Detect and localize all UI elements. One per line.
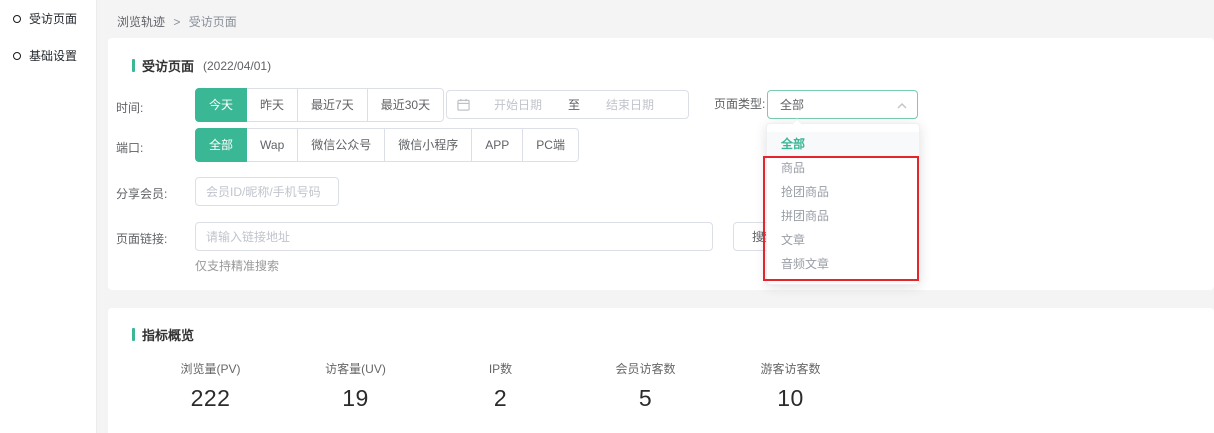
breadcrumb-root[interactable]: 浏览轨迹: [117, 15, 165, 29]
breadcrumb-current: 受访页面: [189, 15, 237, 29]
breadcrumb-separator: >: [173, 15, 180, 29]
metrics-card-title: 指标概览: [132, 325, 194, 344]
circle-icon: [13, 15, 21, 23]
sidebar-item-visited-pages[interactable]: 受访页面: [0, 0, 96, 37]
filter-card: 受访页面 (2022/04/01) 时间: 今天 昨天 最近7天 最近30天 开…: [108, 38, 1214, 290]
stats-row: 浏览量(PV) 222 访客量(UV) 19 IP数 2 会员访客数 5 游客访…: [138, 360, 863, 412]
stat-label: 游客访客数: [718, 360, 863, 377]
stat-uv: 访客量(UV) 19: [283, 360, 428, 412]
search-hint: 仅支持精准搜索: [195, 257, 279, 274]
end-date-placeholder[interactable]: 结束日期: [582, 96, 678, 113]
share-member-label: 分享会员:: [116, 185, 188, 202]
sidebar-item-label: 基础设置: [29, 47, 77, 64]
dropdown-item-product[interactable]: 商品: [767, 156, 919, 180]
date-range-picker[interactable]: 开始日期 至 结束日期: [446, 90, 689, 119]
filter-card-title-text: 受访页面: [142, 56, 194, 75]
stat-pv: 浏览量(PV) 222: [138, 360, 283, 412]
stat-value: 2: [428, 385, 573, 412]
stat-guest-visitors: 游客访客数 10: [718, 360, 863, 412]
time-option-today[interactable]: 今天: [195, 88, 247, 122]
dropdown-item-flash-group-product[interactable]: 抢团商品: [767, 180, 919, 204]
time-option-last7days[interactable]: 最近7天: [298, 88, 368, 122]
date-range-separator: 至: [566, 96, 582, 113]
sidebar-item-basic-settings[interactable]: 基础设置: [0, 37, 96, 74]
stat-value: 19: [283, 385, 428, 412]
dropdown-item-audio-article[interactable]: 音频文章: [767, 252, 919, 276]
port-option-wechat-miniprogram[interactable]: 微信小程序: [385, 128, 472, 162]
port-button-group: 全部 Wap 微信公众号 微信小程序 APP PC端: [195, 128, 579, 162]
stat-label: 访客量(UV): [283, 360, 428, 377]
dropdown-item-article[interactable]: 文章: [767, 228, 919, 252]
chevron-up-icon: [897, 98, 907, 112]
stat-member-visitors: 会员访客数 5: [573, 360, 718, 412]
port-option-wap[interactable]: Wap: [247, 128, 298, 162]
stat-label: 会员访客数: [573, 360, 718, 377]
stat-label: 浏览量(PV): [138, 360, 283, 377]
port-label: 端口:: [116, 139, 188, 156]
time-label: 时间:: [116, 99, 188, 116]
circle-icon: [13, 52, 21, 60]
breadcrumb: 浏览轨迹 > 受访页面: [117, 13, 237, 30]
page-type-dropdown: 全部 商品 抢团商品 拼团商品 文章 音频文章: [766, 123, 920, 285]
filter-card-title: 受访页面 (2022/04/01): [132, 56, 271, 75]
port-option-all[interactable]: 全部: [195, 128, 247, 162]
page-type-selected-value: 全部: [780, 96, 804, 113]
dropdown-item-all[interactable]: 全部: [767, 132, 919, 156]
port-option-pc[interactable]: PC端: [523, 128, 579, 162]
page-link-input[interactable]: [195, 222, 713, 251]
share-member-input[interactable]: [195, 177, 339, 206]
port-option-wechat-official[interactable]: 微信公众号: [298, 128, 385, 162]
sidebar-item-label: 受访页面: [29, 10, 77, 27]
page-type-select[interactable]: 全部: [767, 90, 918, 119]
sidebar: 受访页面 基础设置: [0, 0, 97, 433]
port-option-app[interactable]: APP: [472, 128, 523, 162]
time-option-last30days[interactable]: 最近30天: [368, 88, 444, 122]
stat-value: 10: [718, 385, 863, 412]
dropdown-item-group-product[interactable]: 拼团商品: [767, 204, 919, 228]
filter-card-title-date: (2022/04/01): [203, 59, 271, 73]
title-accent-bar: [132, 59, 135, 72]
page-type-label: 页面类型:: [714, 90, 765, 119]
stat-value: 5: [573, 385, 718, 412]
metrics-card-title-text: 指标概览: [142, 325, 194, 344]
stat-value: 222: [138, 385, 283, 412]
page-link-label: 页面链接:: [116, 230, 188, 247]
metrics-card: 指标概览 浏览量(PV) 222 访客量(UV) 19 IP数 2 会员访客数 …: [108, 308, 1214, 433]
stat-ip: IP数 2: [428, 360, 573, 412]
time-button-group: 今天 昨天 最近7天 最近30天: [195, 88, 444, 122]
start-date-placeholder[interactable]: 开始日期: [470, 96, 566, 113]
stat-label: IP数: [428, 360, 573, 377]
title-accent-bar: [132, 328, 135, 341]
calendar-icon: [457, 98, 470, 111]
time-option-yesterday[interactable]: 昨天: [247, 88, 298, 122]
